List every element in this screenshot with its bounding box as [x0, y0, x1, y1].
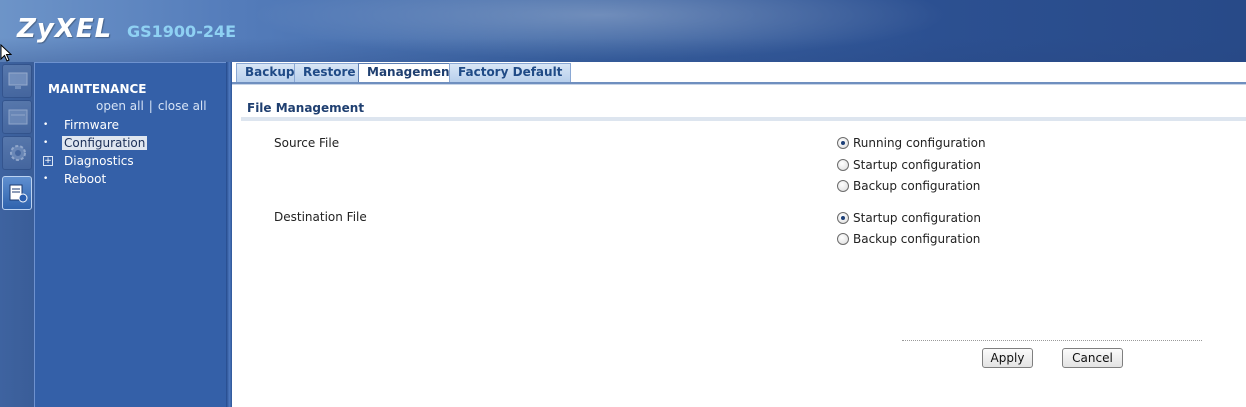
sidebar-item-label: Diagnostics — [64, 154, 134, 168]
maintenance-icon[interactable] — [2, 176, 32, 210]
tab-bar: Backup Restore Management Factory Defaul… — [232, 62, 1246, 83]
sidebar-item-firmware[interactable]: • Firmware — [43, 117, 121, 133]
tab-factory-default[interactable]: Factory Default — [449, 63, 572, 82]
source-startup-config-option[interactable]: Startup configuration — [837, 157, 981, 173]
destination-startup-config-option[interactable]: Startup configuration — [837, 210, 981, 226]
configuration-gear-icon[interactable] — [2, 136, 32, 170]
link-separator: | — [148, 99, 153, 113]
section-divider — [241, 117, 1246, 121]
radio-label: Startup configuration — [853, 211, 981, 225]
destination-file-label: Destination File — [274, 210, 367, 224]
main-content: File Management Source File Running conf… — [232, 85, 1246, 407]
app-header: ZyXEL GS1900-24E — [0, 0, 1246, 62]
model-name: GS1900-24E — [127, 22, 237, 41]
bullet-icon: • — [43, 120, 49, 130]
section-title: File Management — [247, 101, 365, 115]
status-icon[interactable] — [2, 100, 32, 134]
sidebar-item-label: Configuration — [62, 136, 148, 150]
close-all-link[interactable]: close all — [158, 99, 207, 113]
sidebar-item-reboot[interactable]: • Reboot — [43, 171, 108, 187]
radio-label: Backup configuration — [853, 179, 981, 193]
radio-button[interactable] — [837, 233, 849, 245]
open-all-link[interactable]: open all — [96, 99, 144, 113]
button-divider — [902, 340, 1202, 341]
bullet-icon: • — [43, 174, 49, 184]
mouse-cursor-icon — [0, 44, 12, 62]
sidebar-item-label: Firmware — [64, 118, 119, 132]
expand-plus-icon[interactable]: + — [43, 156, 53, 166]
cancel-button[interactable]: Cancel — [1062, 348, 1123, 368]
source-running-config-option[interactable]: Running configuration — [837, 135, 986, 151]
radio-button[interactable] — [837, 212, 849, 224]
apply-button[interactable]: Apply — [982, 348, 1033, 368]
source-file-label: Source File — [274, 136, 340, 150]
radio-button[interactable] — [837, 180, 849, 192]
bullet-icon: • — [43, 138, 49, 148]
tab-restore[interactable]: Restore — [294, 63, 365, 82]
radio-button[interactable] — [837, 159, 849, 171]
source-backup-config-option[interactable]: Backup configuration — [837, 178, 980, 194]
icon-strip — [0, 62, 34, 407]
sidebar-expand-links: open all | close all — [96, 99, 207, 113]
radio-label: Backup configuration — [853, 232, 981, 246]
radio-button[interactable] — [837, 137, 849, 149]
sidebar-title: MAINTENANCE — [48, 82, 147, 96]
destination-backup-config-option[interactable]: Backup configuration — [837, 231, 980, 247]
radio-label: Startup configuration — [853, 158, 981, 172]
sidebar-item-configuration[interactable]: • Configuration — [43, 135, 148, 151]
monitor-icon[interactable] — [2, 64, 32, 98]
sidebar-item-diagnostics[interactable]: + Diagnostics — [43, 153, 136, 169]
sidebar: MAINTENANCE open all | close all • Firmwar… — [34, 62, 226, 407]
sidebar-item-label: Reboot — [64, 172, 107, 186]
radio-label: Running configuration — [853, 136, 986, 150]
zyxel-logo: ZyXEL — [17, 14, 113, 44]
